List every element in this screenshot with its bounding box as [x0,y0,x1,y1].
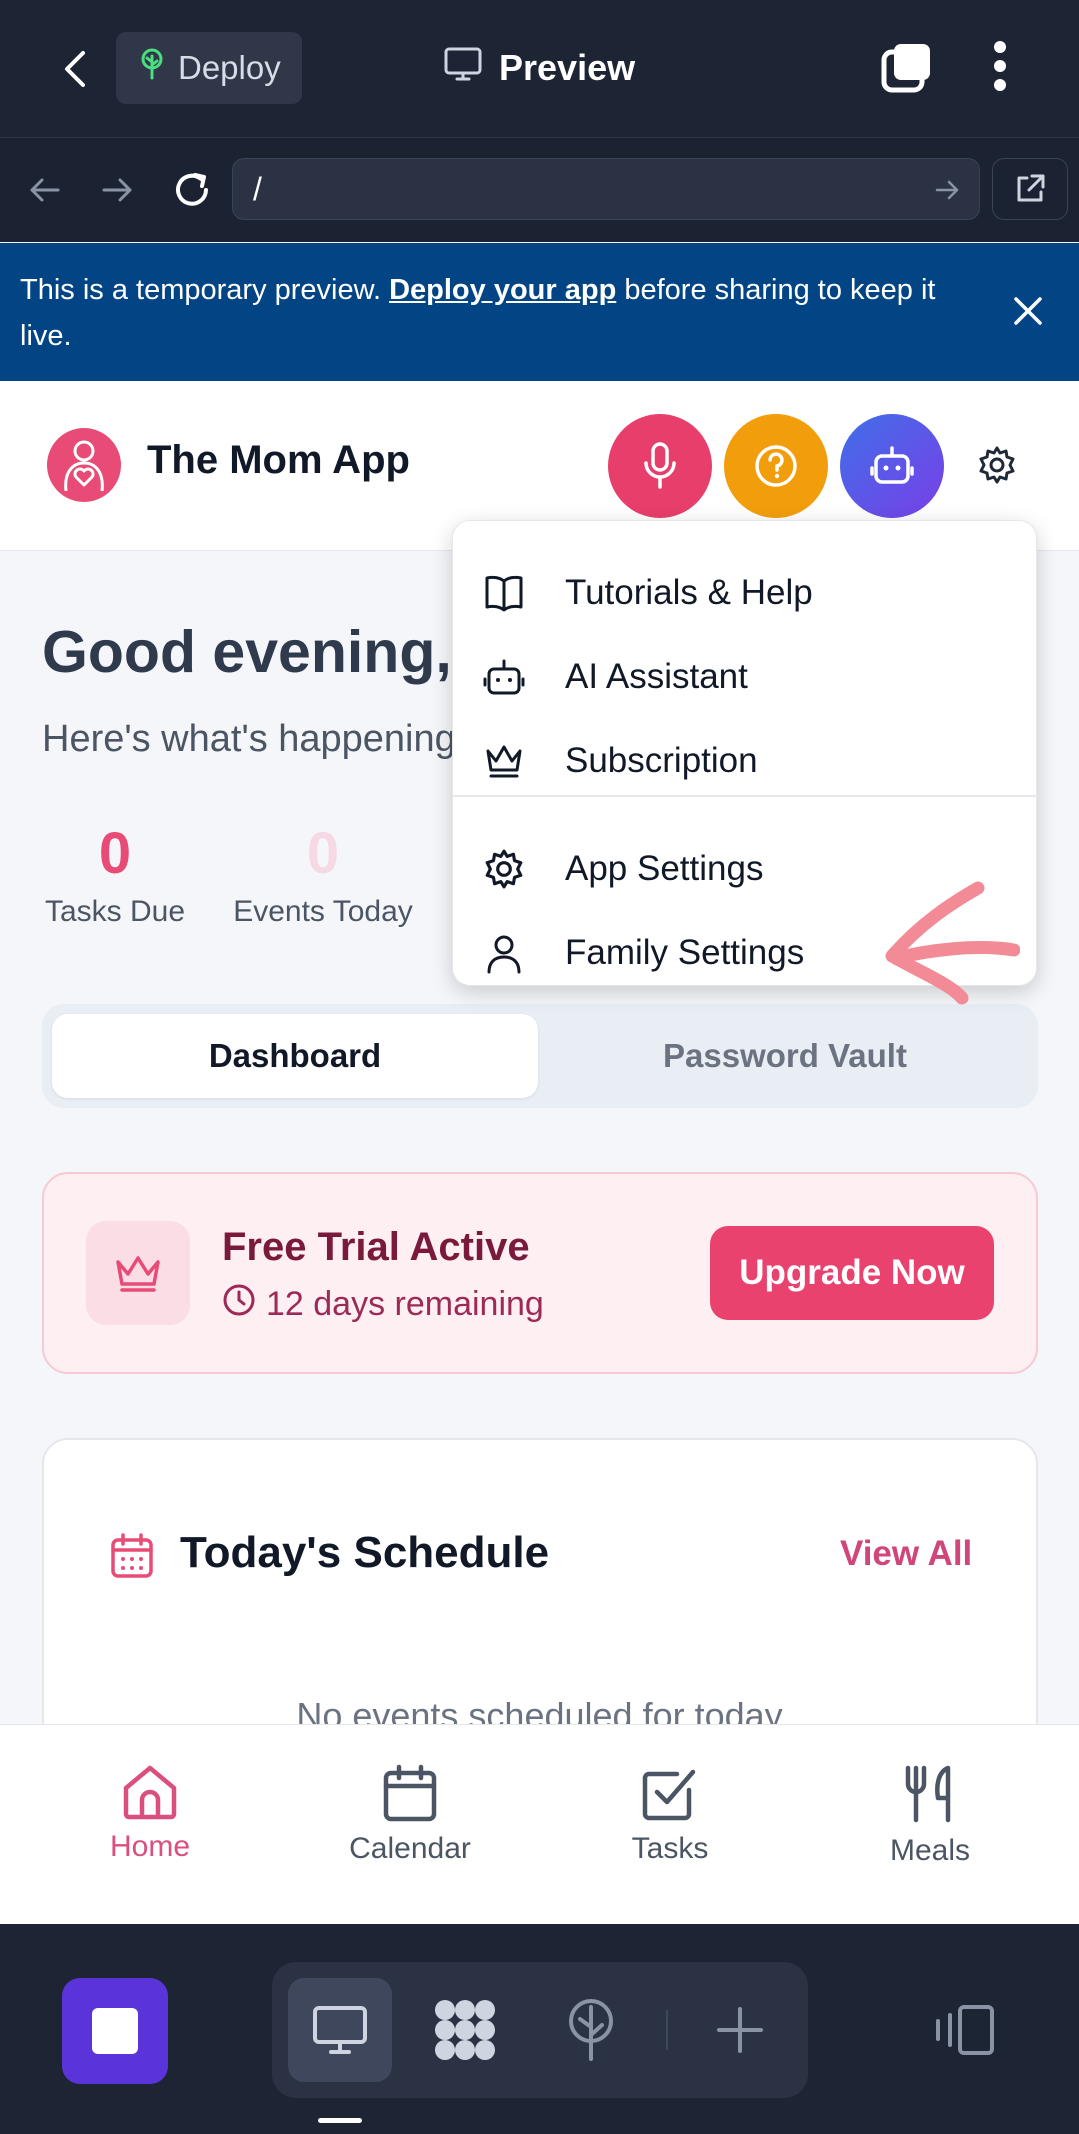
view-tabs: Dashboard Password Vault [42,1004,1038,1108]
more-options-icon[interactable] [978,36,1022,96]
annotation-arrow-icon [880,880,1021,1006]
menu-item-ai-assistant[interactable]: AI Assistant [453,635,1038,719]
url-value: / [253,170,262,207]
preview-label: Preview [499,47,636,88]
back-icon[interactable] [50,44,100,94]
book-icon [485,575,523,612]
nav-meals[interactable]: Meals [830,1764,1030,1868]
home-icon [123,1765,177,1820]
stat-value: 0 [98,821,132,886]
greeting-title: Good evening, [42,619,452,685]
menu-item-subscription[interactable]: Subscription [453,719,1038,803]
trial-remaining-text: 12 days remaining [266,1285,544,1323]
menu-item-tutorials-help[interactable]: Tutorials & Help [453,551,1038,635]
microphone-icon [644,442,676,489]
greeting-subtitle: Here's what's happening [42,718,456,760]
app-title: The Mom App [147,438,410,482]
preview-monitor-icon[interactable] [288,1978,392,2082]
deploy-tree-icon[interactable] [548,1990,634,2070]
layout-panels-icon[interactable] [924,1990,1004,2070]
deploy-app-link[interactable]: Deploy your app [389,274,616,306]
home-indicator [318,2118,362,2123]
settings-gear-icon[interactable] [972,440,1022,490]
robot-icon [870,446,914,484]
crown-icon [486,745,522,778]
question-icon [755,445,797,487]
checkbox-icon [642,1769,696,1821]
menu-item-label: Tutorials & Help [565,573,813,612]
ai-assistant-button[interactable] [840,414,944,518]
nav-forward-icon[interactable] [96,168,140,212]
monitor-icon [443,46,483,91]
tabs-icon[interactable] [878,38,936,96]
help-button[interactable] [724,414,828,518]
gear-icon [485,849,523,889]
calendar-icon [383,1764,437,1822]
nav-calendar[interactable]: Calendar [310,1764,510,1866]
tab-password-vault[interactable]: Password Vault [542,1014,1028,1098]
nav-label: Meals [889,1834,971,1867]
go-arrow-icon[interactable] [930,172,966,208]
tree-icon [138,48,166,88]
open-external-icon[interactable] [992,158,1068,220]
stat-label: Events Today [233,895,413,928]
stat-tasks-due: 0 Tasks Due [30,820,200,929]
nav-home[interactable]: Home [50,1764,250,1864]
reload-icon[interactable] [166,164,218,216]
deploy-button[interactable]: Deploy [116,32,302,104]
stat-label: Tasks Due [44,895,186,928]
robot-icon [483,659,525,695]
tab-dashboard[interactable]: Dashboard [52,1014,538,1098]
menu-item-label: AI Assistant [565,657,748,696]
close-icon[interactable] [1007,290,1049,332]
crown-icon [86,1221,190,1325]
deploy-label: Deploy [178,49,281,86]
banner-text-before: This is a temporary preview. [20,274,390,306]
url-input[interactable]: / [232,158,980,220]
stat-value: 0 [306,821,340,886]
preview-title: Preview [443,38,635,98]
temporary-preview-banner: This is a temporary preview. Deploy your… [0,243,1079,381]
nav-label: Home [109,1830,191,1863]
nav-label: Tasks [631,1832,709,1865]
trial-remaining: 12 days remaining [222,1283,544,1326]
app-logo [47,428,121,502]
nav-back-icon[interactable] [22,168,66,212]
user-icon [487,935,521,974]
utensils-icon [905,1765,951,1823]
view-all-link[interactable]: View All [840,1534,972,1574]
menu-item-label: App Settings [565,849,764,888]
upgrade-now-button[interactable]: Upgrade Now [710,1226,994,1320]
stop-button[interactable] [62,1978,168,2084]
nav-tasks[interactable]: Tasks [570,1764,770,1866]
menu-item-label: Subscription [565,741,758,780]
clock-icon [222,1283,256,1326]
menu-item-label: Family Settings [565,933,805,972]
schedule-title: Today's Schedule [180,1528,550,1577]
calendar-icon [106,1530,158,1582]
voice-button[interactable] [608,414,712,518]
apps-grid-icon[interactable] [420,1990,510,2070]
tool-divider [666,2010,668,2050]
stat-events-today: 0 Events Today [225,820,421,929]
stop-icon [92,2008,138,2054]
nav-label: Calendar [349,1832,471,1865]
menu-divider [453,795,1038,797]
trial-title: Free Trial Active [222,1225,530,1269]
add-icon[interactable] [700,1990,780,2070]
